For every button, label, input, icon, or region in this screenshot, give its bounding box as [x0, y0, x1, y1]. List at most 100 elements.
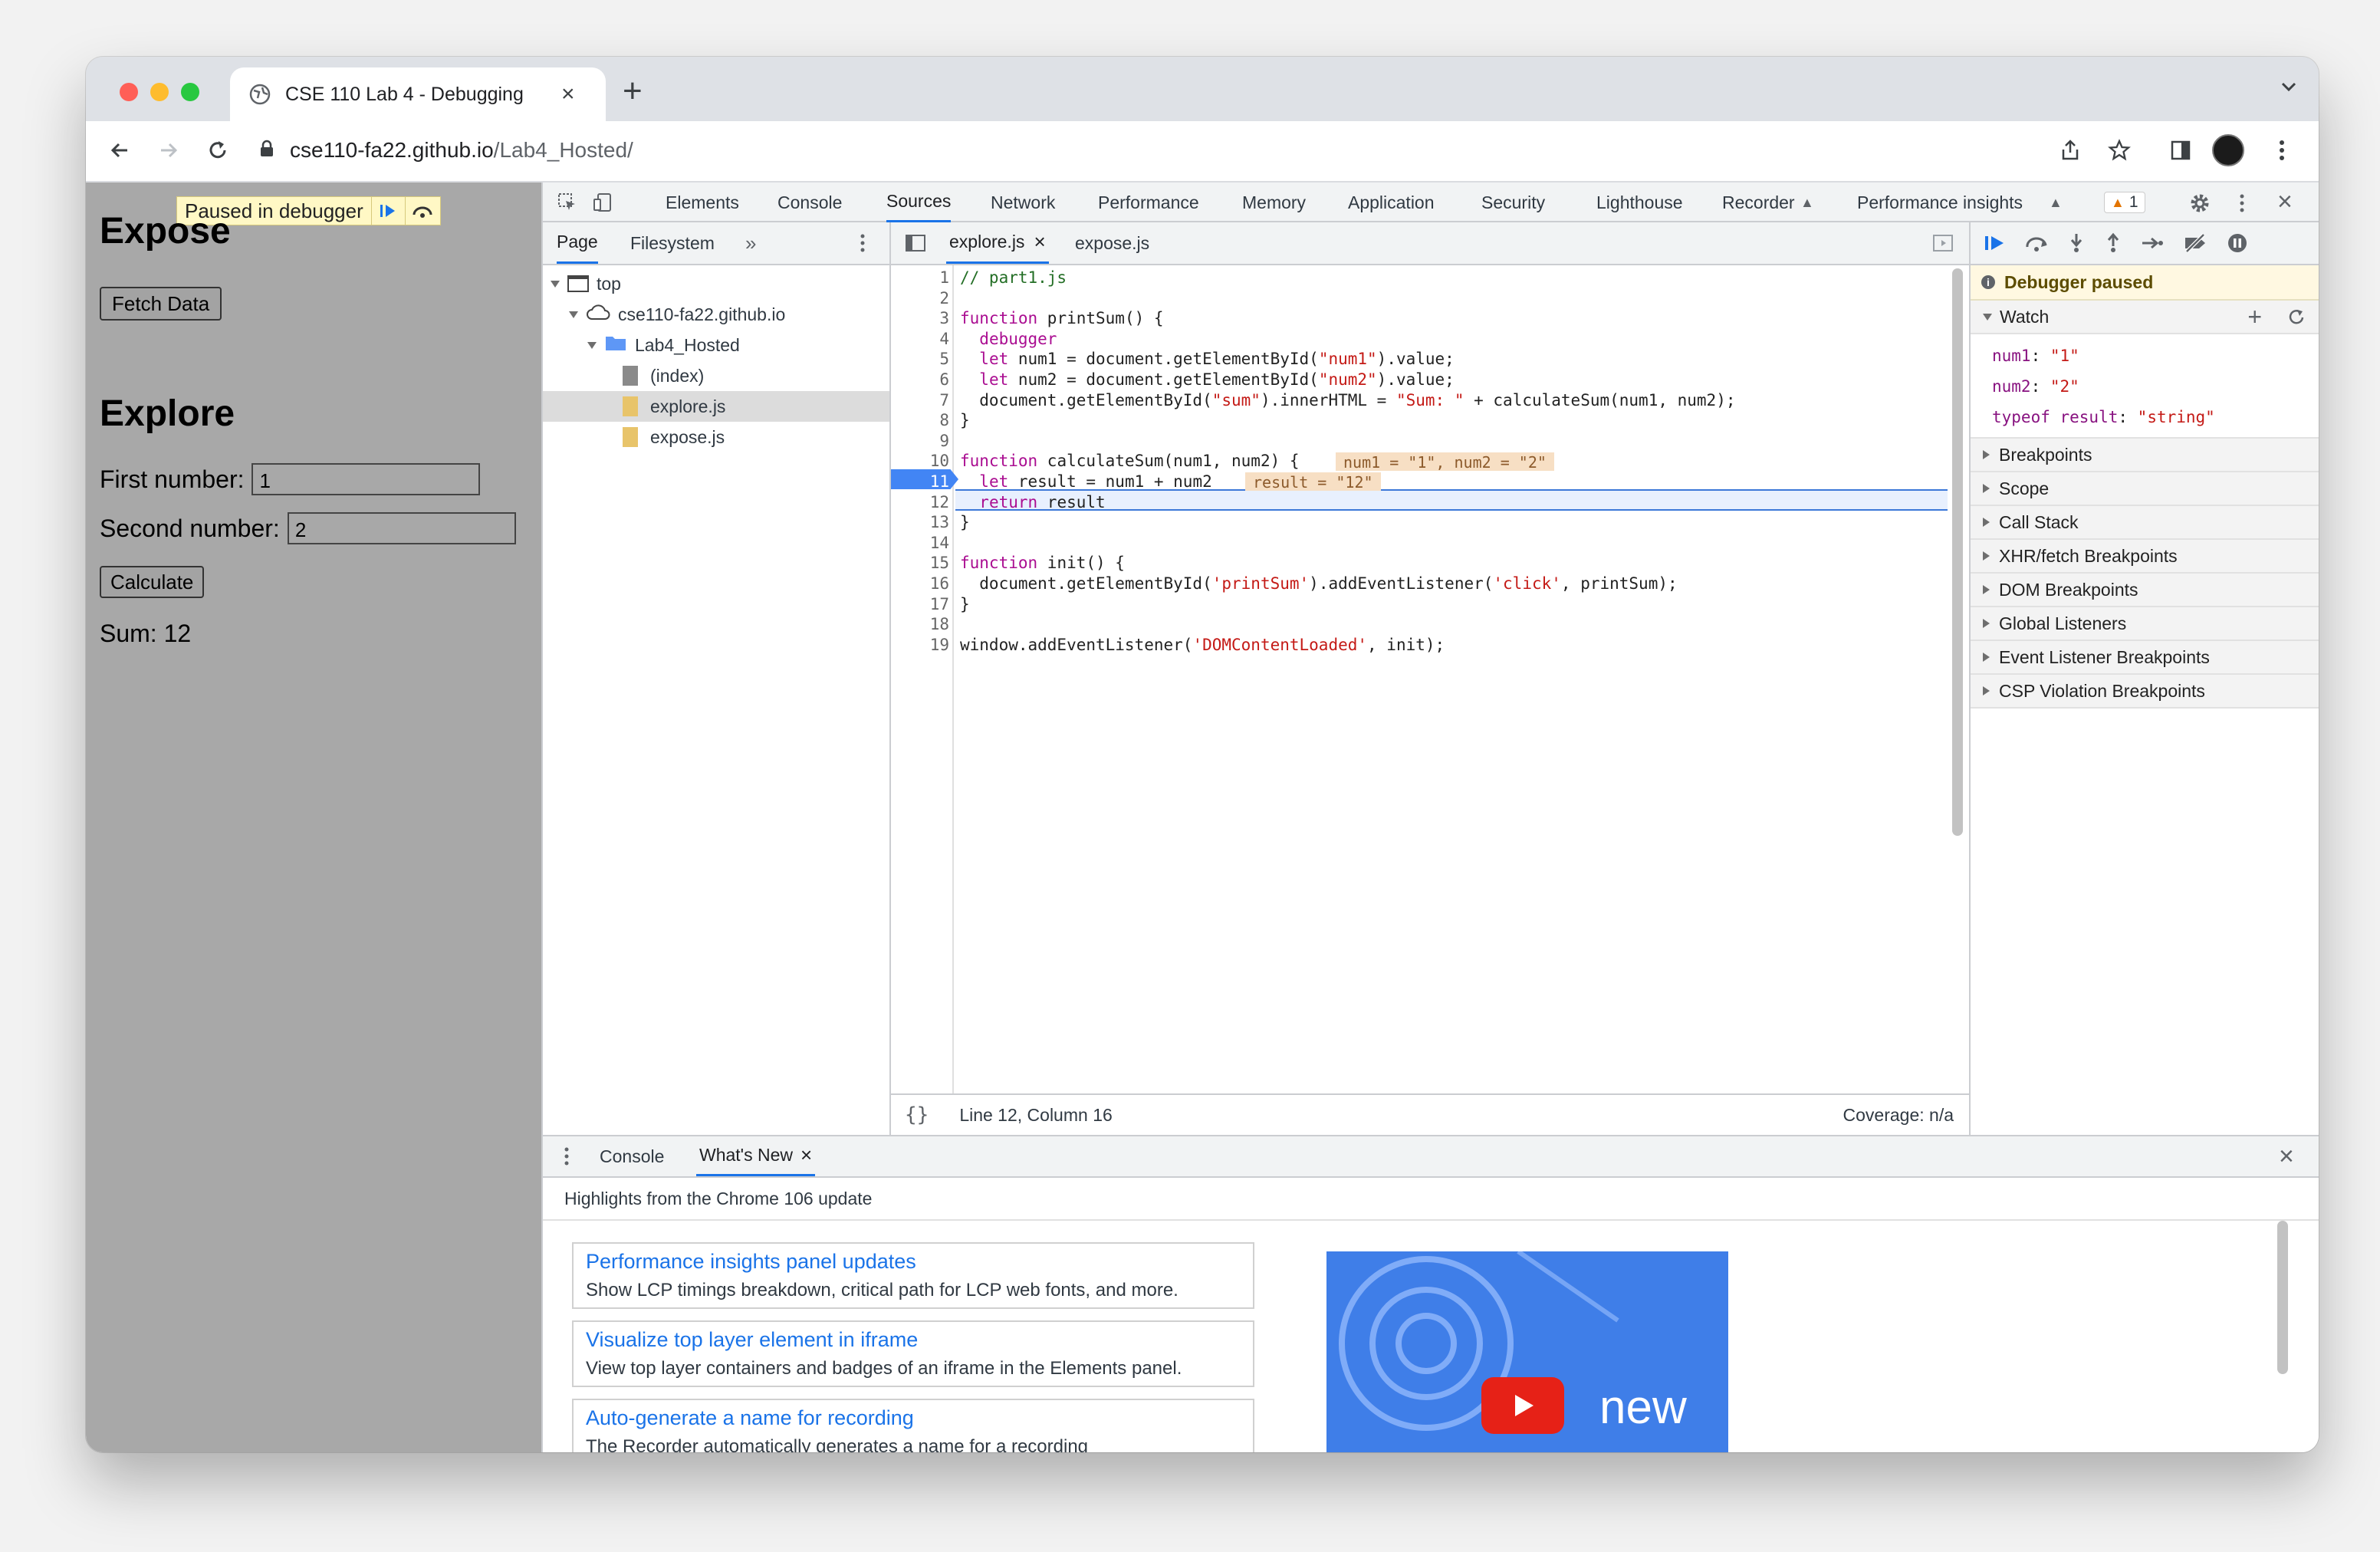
- drawer-scrollbar[interactable]: [2277, 1221, 2288, 1374]
- toggle-navigator-icon[interactable]: [905, 222, 926, 264]
- line-number[interactable]: 13: [891, 513, 949, 531]
- line-number[interactable]: 8: [891, 411, 949, 429]
- line-number[interactable]: 5: [891, 350, 949, 368]
- section-csp-violation-breakpoints[interactable]: CSP Violation Breakpoints: [1971, 675, 2319, 709]
- issues-badge[interactable]: ▲ 1: [2104, 192, 2145, 213]
- line-number[interactable]: 19: [891, 636, 949, 654]
- close-tab-icon[interactable]: ×: [1034, 230, 1045, 254]
- device-toolbar-icon[interactable]: [590, 190, 615, 215]
- fetch-data-button[interactable]: Fetch Data: [100, 287, 222, 321]
- toggle-debugger-icon[interactable]: [1932, 222, 1954, 264]
- first-number-input[interactable]: 1: [251, 463, 481, 495]
- line-number[interactable]: 1: [891, 268, 949, 287]
- drawer-tab-console[interactable]: Console: [600, 1136, 664, 1176]
- devtools-tab-network[interactable]: Network: [991, 182, 1055, 222]
- section-global-listeners[interactable]: Global Listeners: [1971, 607, 2319, 641]
- devtools-tab-lighthouse[interactable]: Lighthouse: [1596, 182, 1683, 222]
- section-scope[interactable]: Scope: [1971, 472, 2319, 506]
- tree-top[interactable]: top: [543, 268, 889, 299]
- nav-tab-filesystem[interactable]: Filesystem: [630, 222, 715, 264]
- nav-tab-page[interactable]: Page: [557, 222, 598, 264]
- line-number[interactable]: 11: [891, 472, 949, 491]
- line-number[interactable]: 7: [891, 391, 949, 409]
- step-out-button-icon[interactable]: [2104, 232, 2122, 254]
- line-number[interactable]: 10: [891, 452, 949, 470]
- highlight-card[interactable]: Visualize top layer element in iframe Vi…: [572, 1320, 1254, 1387]
- calculate-button[interactable]: Calculate: [100, 566, 205, 598]
- navigator-menu-icon[interactable]: [860, 222, 865, 264]
- section-dom-breakpoints[interactable]: DOM Breakpoints: [1971, 574, 2319, 607]
- tree-file-explore[interactable]: explore.js: [543, 391, 889, 422]
- highlight-card[interactable]: Performance insights panel updates Show …: [572, 1242, 1254, 1309]
- share-icon[interactable]: [2052, 132, 2089, 169]
- tree-domain[interactable]: cse110-fa22.github.io: [543, 299, 889, 330]
- line-number[interactable]: 16: [891, 574, 949, 593]
- tab-close-icon[interactable]: ×: [561, 81, 575, 107]
- editor-tab-expose[interactable]: expose.js: [1075, 222, 1149, 264]
- bookmark-star-icon[interactable]: [2101, 132, 2138, 169]
- whats-new-video-thumbnail[interactable]: new: [1326, 1251, 1728, 1452]
- devtools-tab-elements[interactable]: Elements: [666, 182, 739, 222]
- minimize-window-button[interactable]: [150, 83, 169, 101]
- address-bar[interactable]: cse110-fa22.github.io/Lab4_Hosted/: [256, 127, 2106, 173]
- close-window-button[interactable]: [120, 83, 138, 101]
- second-number-input[interactable]: 2: [287, 512, 516, 544]
- devtools-tab-sources[interactable]: Sources: [886, 182, 952, 222]
- line-number[interactable]: 14: [891, 534, 949, 552]
- step-into-button-icon[interactable]: [2067, 232, 2086, 254]
- line-number[interactable]: 2: [891, 289, 949, 307]
- resume-button-icon[interactable]: [1983, 233, 2006, 253]
- more-tabs-icon[interactable]: »: [745, 222, 756, 264]
- watch-item[interactable]: typeof result: "string": [1992, 402, 2319, 432]
- line-number[interactable]: 18: [891, 615, 949, 633]
- profile-avatar[interactable]: [2210, 132, 2247, 169]
- section-event-listener-breakpoints[interactable]: Event Listener Breakpoints: [1971, 641, 2319, 675]
- refresh-watch-icon[interactable]: [2286, 307, 2306, 332]
- step-over-button-icon[interactable]: [2024, 233, 2049, 253]
- highlight-card[interactable]: Auto-generate a name for recording The R…: [572, 1399, 1254, 1452]
- section-call-stack[interactable]: Call Stack: [1971, 506, 2319, 540]
- watch-section-header[interactable]: Watch +: [1971, 301, 2319, 334]
- tree-folder[interactable]: Lab4_Hosted: [543, 330, 889, 360]
- side-panel-icon[interactable]: [2162, 132, 2199, 169]
- play-button-icon[interactable]: [1481, 1377, 1564, 1434]
- drawer-tab-whats-new[interactable]: What's New ×: [696, 1136, 816, 1176]
- add-watch-icon[interactable]: +: [2247, 303, 2262, 331]
- browser-tab[interactable]: CSE 110 Lab 4 - Debugging ×: [230, 67, 606, 121]
- forward-arrow-icon[interactable]: [150, 132, 187, 169]
- new-tab-button[interactable]: +: [623, 72, 643, 110]
- line-number[interactable]: 4: [891, 330, 949, 348]
- reload-icon[interactable]: [199, 132, 236, 169]
- line-number[interactable]: 15: [891, 554, 949, 572]
- step-button-icon[interactable]: [2141, 234, 2164, 252]
- settings-gear-icon[interactable]: [2188, 192, 2211, 215]
- pause-on-exceptions-icon[interactable]: [2227, 232, 2248, 254]
- devtools-tab-performance-insights[interactable]: Performance insights: [1857, 182, 2023, 222]
- tab-search-chevron-icon[interactable]: [2279, 77, 2299, 100]
- line-number[interactable]: 12: [891, 493, 949, 511]
- back-arrow-icon[interactable]: [101, 132, 138, 169]
- close-whats-new-icon[interactable]: ×: [800, 1143, 812, 1167]
- step-over-icon[interactable]: [404, 196, 440, 225]
- section-breakpoints[interactable]: Breakpoints: [1971, 439, 2319, 472]
- devtools-menu-icon[interactable]: [2234, 192, 2250, 215]
- watch-item[interactable]: num2: "2": [1992, 371, 2319, 402]
- pretty-print-icon[interactable]: {}: [905, 1103, 929, 1126]
- devtools-tab-console[interactable]: Console: [777, 182, 842, 222]
- editor-scrollbar[interactable]: [1952, 268, 1963, 836]
- close-drawer-icon[interactable]: ×: [2279, 1136, 2294, 1176]
- devtools-tab-performance[interactable]: Performance: [1098, 182, 1199, 222]
- zoom-window-button[interactable]: [181, 83, 199, 101]
- line-number[interactable]: 17: [891, 595, 949, 613]
- editor-tab-explore[interactable]: explore.js ×: [946, 222, 1049, 264]
- line-number[interactable]: 3: [891, 309, 949, 327]
- tree-file-expose[interactable]: expose.js: [543, 422, 889, 452]
- deactivate-breakpoints-icon[interactable]: [2182, 233, 2208, 253]
- devtools-tab-memory[interactable]: Memory: [1242, 182, 1306, 222]
- resume-icon[interactable]: [370, 196, 405, 225]
- devtools-tab-recorder[interactable]: Recorder: [1722, 182, 1795, 222]
- tree-file-index[interactable]: (index): [543, 360, 889, 391]
- drawer-menu-icon[interactable]: [564, 1136, 569, 1176]
- line-number[interactable]: 9: [891, 432, 949, 450]
- devtools-tab-application[interactable]: Application: [1348, 182, 1435, 222]
